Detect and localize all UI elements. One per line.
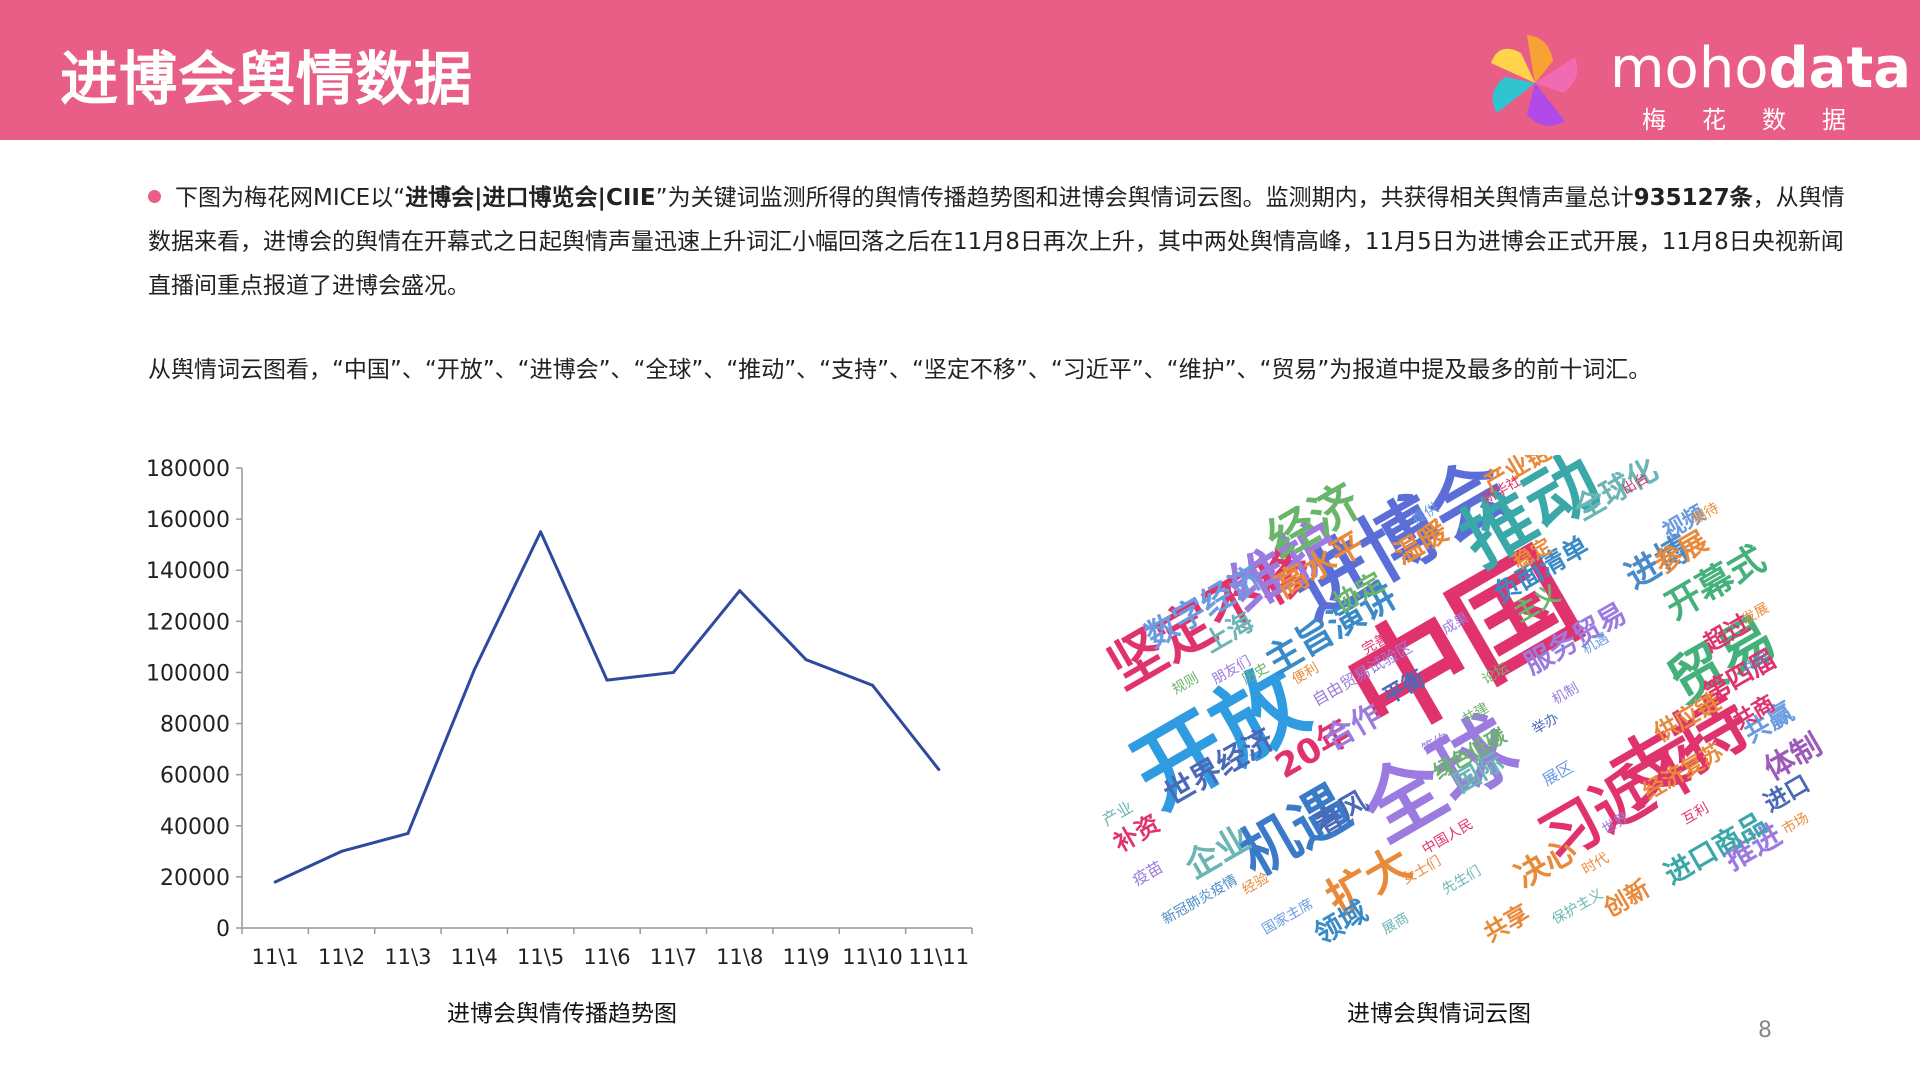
word-cloud: 中国 开放 进博会 全球 推动 支持 坚定不移 习近平 维护 贸易 机遇 经济 扩大 主旨演讲 开幕式 全球化… [1080,455,1870,975]
x-tick-label: 11\9 [783,945,830,969]
word-cloud-term: 共享 [1479,899,1535,948]
word-cloud-term: 疫苗 [1129,857,1167,890]
bullet-dot-icon [148,190,161,203]
data-point [340,849,344,853]
logo-wordmark: mohodata [1610,36,1911,101]
data-point [937,768,941,772]
word-cloud-term: 国家主席 [1259,896,1316,938]
word-cloud-term: 合作 [1318,697,1388,758]
word-cloud-term: 创新 [1599,874,1655,923]
y-tick-label: 20000 [160,866,230,891]
word-cloud-term: 经验 [1239,870,1272,898]
x-tick-label: 11\6 [583,945,630,969]
word-cloud-term: 展区 [1539,757,1577,790]
y-tick-label: 100000 [146,661,230,686]
x-tick-label: 11\3 [384,945,431,969]
y-tick-label: 180000 [146,457,230,482]
x-tick-label: 11\4 [451,945,498,969]
top-words-paragraph: 从舆情词云图看，“中国”、“开放”、“进博会”、“全球”、“推动”、“支持”、“… [148,357,1652,383]
word-cloud-caption: 进博会舆情词云图 [1347,1001,1531,1027]
y-tick-label: 80000 [160,713,230,738]
page-title: 进博会舆情数据 [60,45,474,113]
page-number: 8 [1758,1018,1772,1043]
header-bar: 进博会舆情数据 mohodata 梅花数据 [0,0,1920,140]
y-tick-label: 120000 [146,610,230,635]
x-tick-label: 11\8 [716,945,763,969]
word-cloud-term: 举办 [1529,710,1562,738]
summary-total: 935127条 [1633,185,1753,211]
x-tick-label: 11\5 [517,945,564,969]
data-point [406,831,410,835]
data-point [539,530,543,534]
x-tick-label: 11\7 [650,945,697,969]
data-point [804,658,808,662]
x-tick-label: 11\1 [252,945,299,969]
trend-chart-svg: 0 20000 40000 60000 80000 100000 120000 140000 1… [146,457,973,969]
summary-keywords: 进博会|进口博览会|CIIE [405,185,656,211]
data-point [738,589,742,593]
data-point [273,880,277,884]
logo-subtitle: 梅花数据 [1642,106,1882,134]
summary-text-1: 下图为梅花网MICE以“ [175,185,406,211]
summary-text-2: ”为关键词监测所得的舆情传播趋势图和进博会舆情词云图。监测期内，共获得相关舆情声… [655,185,1634,211]
data-point [870,683,874,687]
pinwheel-logo-icon [1491,35,1578,126]
y-tick-label: 40000 [160,815,230,840]
data-point [671,670,675,674]
data-point [472,668,476,672]
y-tick-label: 60000 [160,764,230,789]
x-tick-label: 11\10 [842,945,903,969]
y-tick-label: 140000 [146,559,230,584]
trend-chart: 0 20000 40000 60000 80000 100000 120000 140000 1… [130,450,1010,990]
y-tick-label: 0 [216,917,230,942]
word-cloud-term: 市场 [1779,810,1812,838]
word-cloud-term: 展商 [1379,910,1412,938]
x-tick-label: 11\2 [318,945,365,969]
logo-wordmark-light: moho [1610,36,1769,101]
word-cloud-term: 机制 [1549,680,1582,708]
word-cloud-term: 企业 [1178,818,1258,888]
brand-logo: mohodata 梅花数据 [1480,28,1911,138]
word-cloud-term: 进口 [1759,769,1815,818]
word-cloud-term: 保护主义 [1549,886,1606,928]
word-cloud-term: 领域 [1308,894,1374,951]
trend-chart-caption: 进博会舆情传播趋势图 [447,1001,677,1027]
data-point [605,678,609,682]
y-tick-label: 160000 [146,508,230,533]
word-cloud-term: 先生们 [1439,863,1484,898]
word-cloud-term: 发展 [1739,600,1772,628]
word-cloud-term: 决心 [1508,830,1583,896]
summary-paragraph: 下图为梅花网MICE以“进博会|进口博览会|CIIE”为关键词监测所得的舆情传播… [148,176,1848,308]
series-line [274,530,940,884]
logo-wordmark-bold: data [1768,36,1912,101]
x-tick-label: 11\11 [909,945,970,969]
